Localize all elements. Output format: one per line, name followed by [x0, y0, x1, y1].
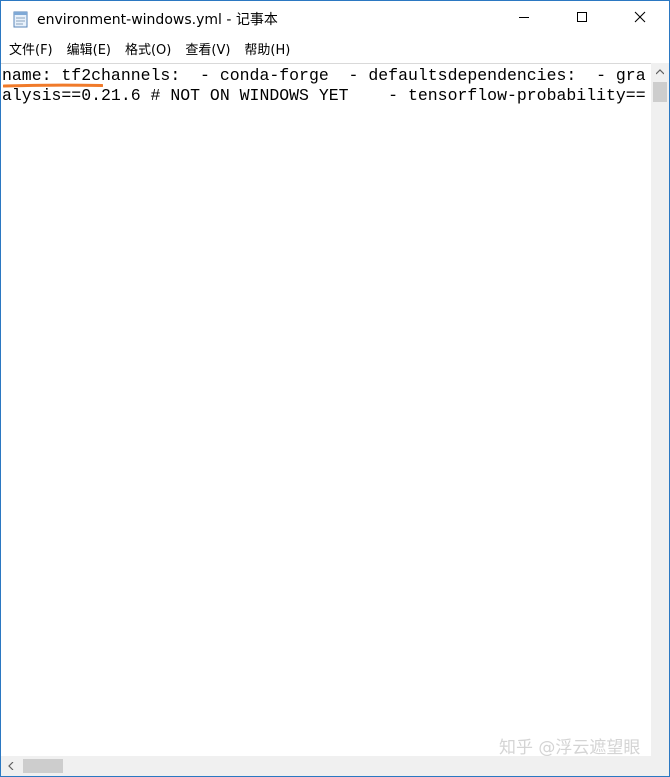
horizontal-scrollbar[interactable]: [1, 756, 651, 776]
menu-help[interactable]: 帮助(H): [237, 40, 297, 62]
notepad-icon: [13, 10, 29, 28]
vertical-scrollbar[interactable]: [651, 63, 669, 756]
window-title: environment-windows.yml - 记事本: [37, 12, 278, 28]
close-button[interactable]: [611, 1, 669, 37]
menu-edit[interactable]: 编辑(E): [60, 40, 118, 62]
scroll-up-arrow-icon[interactable]: [651, 63, 669, 81]
maximize-button[interactable]: [553, 1, 611, 37]
vertical-scroll-thumb[interactable]: [653, 82, 667, 102]
minimize-button[interactable]: [495, 1, 553, 37]
minimize-icon: [518, 10, 530, 28]
horizontal-scroll-thumb[interactable]: [23, 759, 63, 773]
scroll-left-arrow-icon[interactable]: [1, 756, 21, 776]
scrollbar-corner: [651, 756, 669, 776]
text-editor-area[interactable]: name: tf2channels: - conda-forge - defau…: [1, 63, 651, 757]
close-icon: [634, 10, 646, 28]
maximize-icon: [576, 10, 588, 28]
menu-view[interactable]: 查看(V): [178, 40, 237, 62]
menu-file[interactable]: 文件(F): [1, 40, 60, 62]
text-line-2: alysis==0.21.6 # NOT ON WINDOWS YET - te…: [2, 86, 646, 105]
watermark: 知乎 @浮云遮望眼: [499, 738, 641, 758]
menu-format[interactable]: 格式(O): [118, 40, 178, 62]
menu-bar: 文件(F) 编辑(E) 格式(O) 查看(V) 帮助(H): [1, 39, 669, 63]
notepad-window: environment-windows.yml - 记事本 文件(F) 编辑(E…: [0, 0, 670, 777]
title-bar[interactable]: environment-windows.yml - 记事本: [1, 1, 669, 39]
